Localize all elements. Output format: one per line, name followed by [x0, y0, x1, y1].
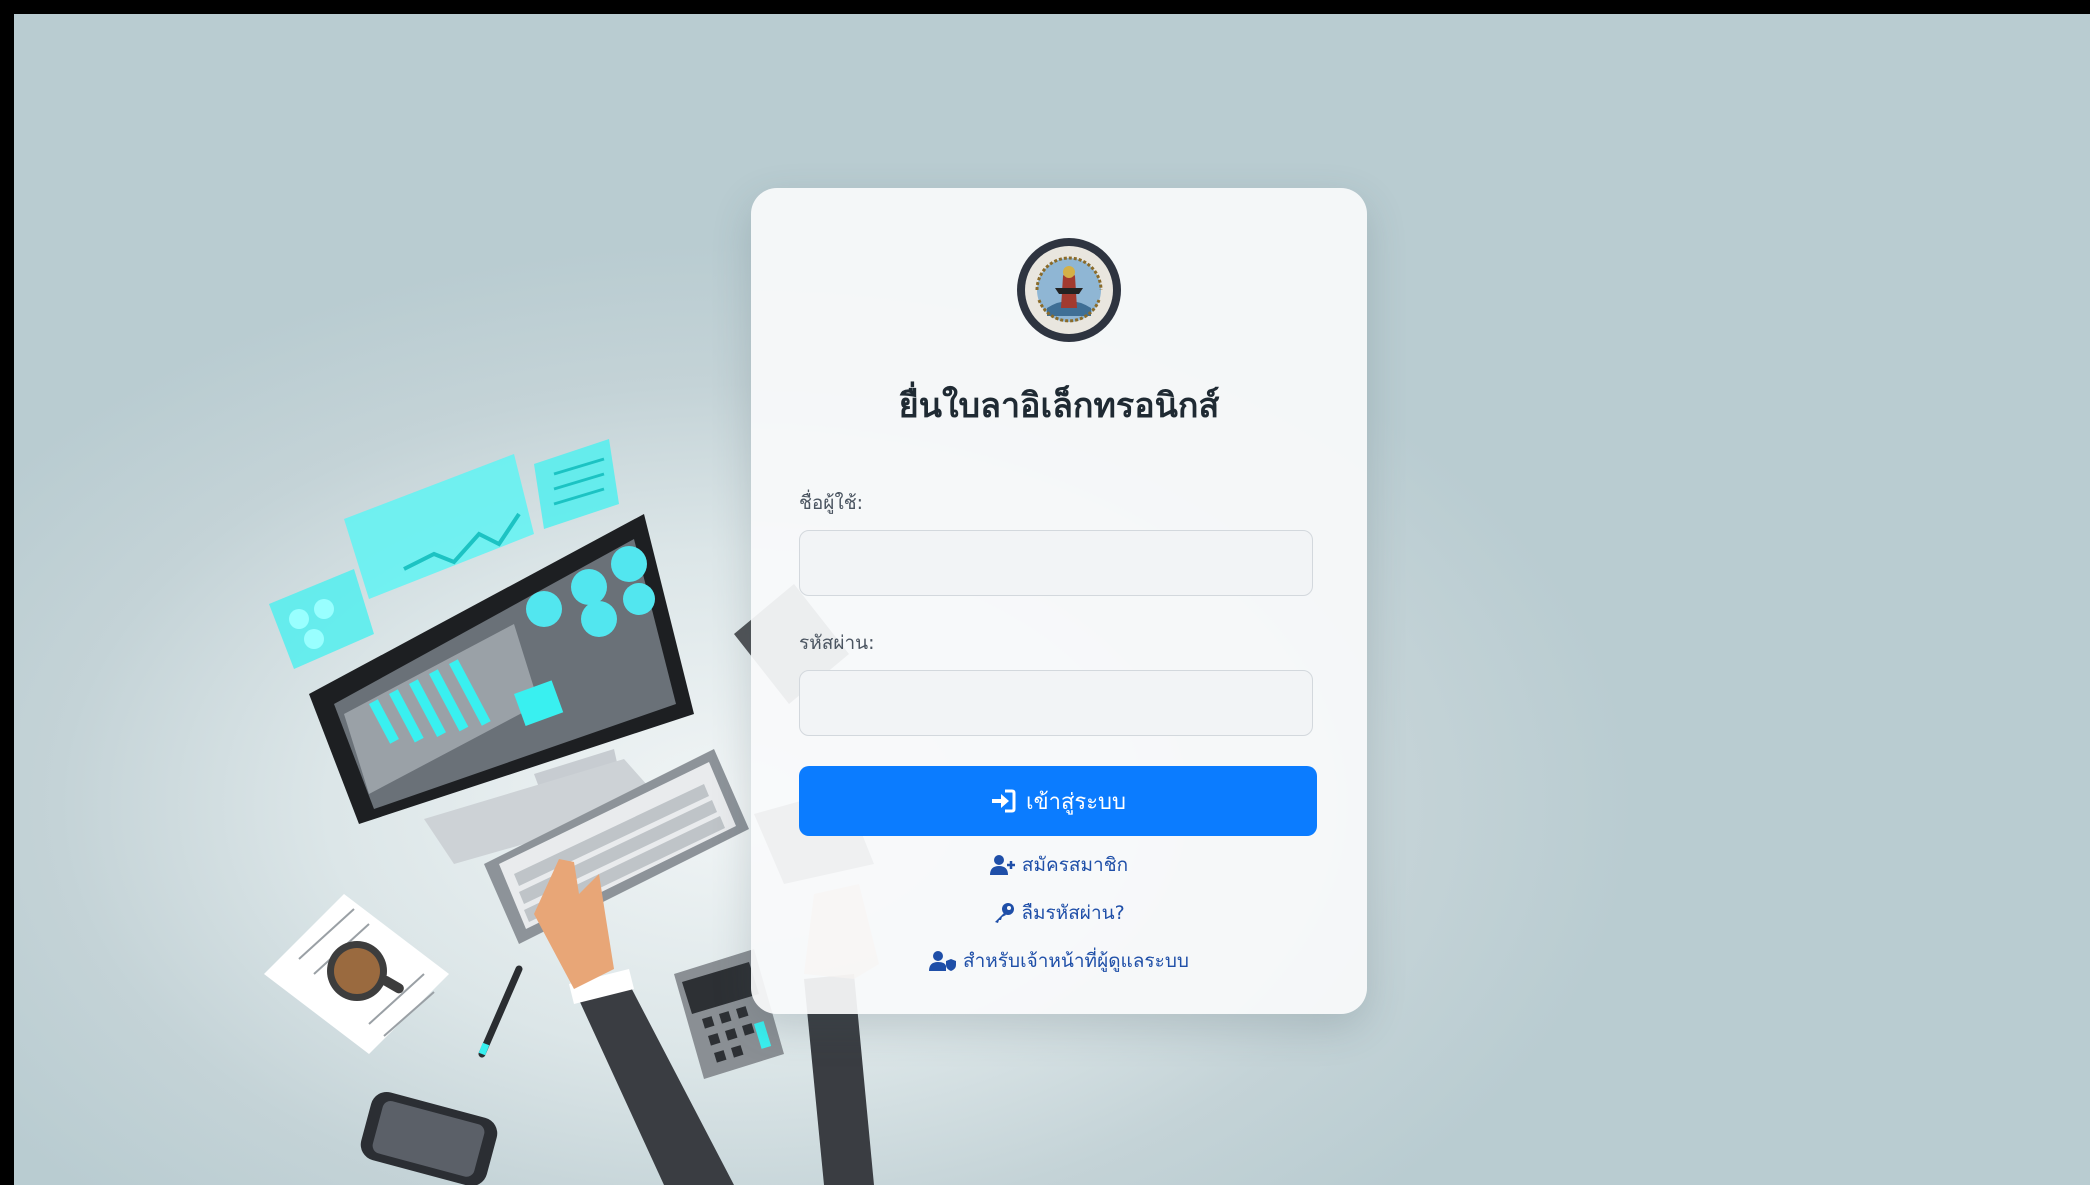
forgot-password-label: ลืมรหัสผ่าน? — [1021, 902, 1125, 924]
login-button-label: เข้าสู่ระบบ — [1026, 789, 1126, 815]
username-input[interactable] — [799, 530, 1313, 596]
key-icon — [993, 902, 1015, 924]
organization-seal-logo — [1017, 238, 1121, 342]
sign-in-icon — [990, 789, 1016, 813]
pen — [478, 965, 523, 1058]
register-link[interactable]: สมัครสมาชิก — [751, 850, 1367, 880]
admin-login-link[interactable]: สำหรับเจ้าหน้าที่ผู้ดูแลระบบ — [751, 946, 1367, 976]
forgot-password-link[interactable]: ลืมรหัสผ่าน? — [751, 898, 1367, 928]
page-title: ยื่นใบลาอิเล็กทรอนิกส์ — [898, 386, 1220, 426]
register-link-label: สมัครสมาชิก — [1021, 854, 1129, 876]
username-label: ชื่อผู้ใช้: — [799, 492, 864, 514]
login-button[interactable]: เข้าสู่ระบบ — [799, 766, 1317, 836]
password-input[interactable] — [799, 670, 1313, 736]
phone — [360, 1091, 498, 1185]
page-background: ยื่นใบลาอิเล็กทรอนิกส์ ชื่อผู้ใช้: รหัสผ… — [14, 14, 2090, 1185]
login-card: ยื่นใบลาอิเล็กทรอนิกส์ ชื่อผู้ใช้: รหัสผ… — [751, 188, 1367, 1014]
user-plus-icon — [989, 854, 1016, 876]
admin-login-label: สำหรับเจ้าหน้าที่ผู้ดูแลระบบ — [963, 950, 1189, 972]
password-label: รหัสผ่าน: — [799, 632, 875, 654]
coffee-and-paper — [264, 894, 449, 1054]
user-shield-icon — [929, 950, 957, 972]
